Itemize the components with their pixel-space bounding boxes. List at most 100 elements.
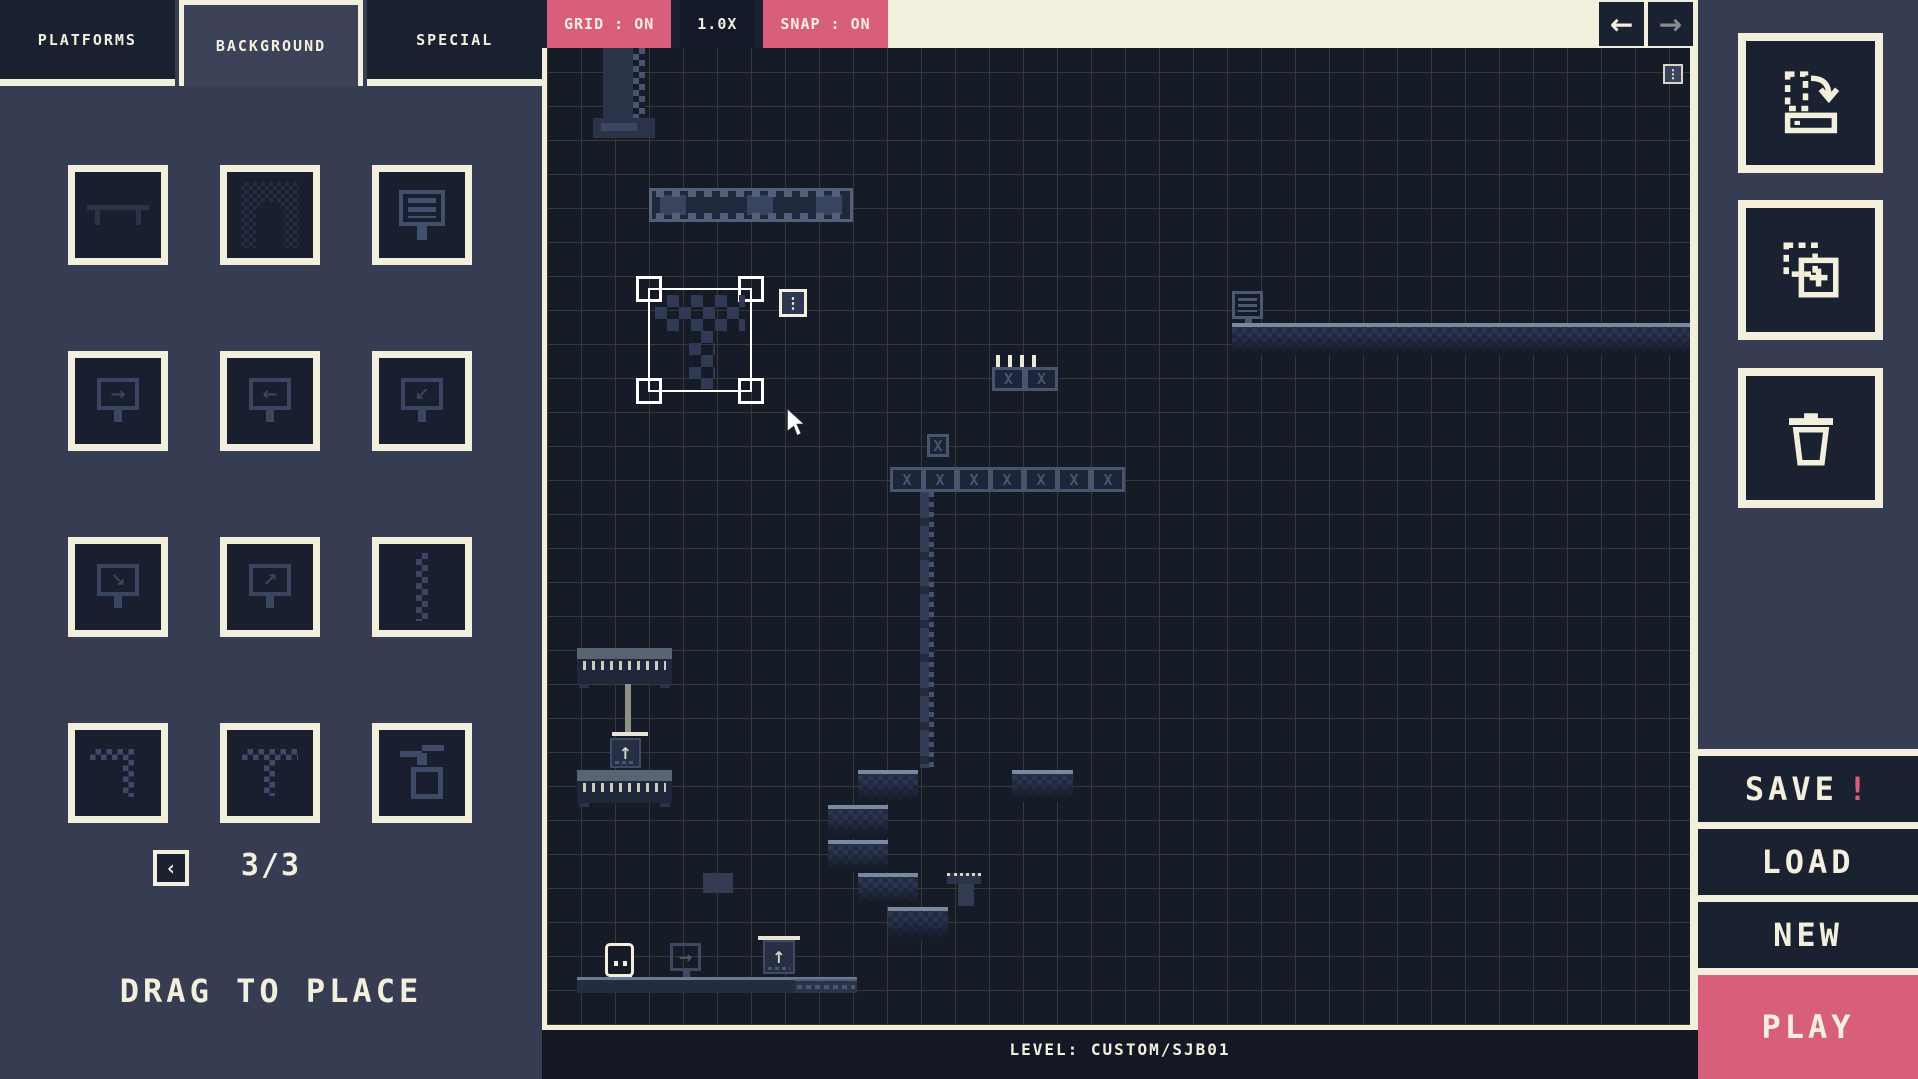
category-tabbar: PLATFORMS BACKGROUND SPECIAL	[0, 0, 542, 86]
chain-sprite[interactable]	[920, 492, 934, 768]
pole-sprite[interactable]	[625, 684, 631, 734]
load-button[interactable]: LOAD	[1698, 822, 1918, 895]
page-indicator: 3/3	[0, 848, 542, 883]
palette-sidebar: PLATFORMS BACKGROUND SPECIAL ‹ 3/3 DRAG …	[0, 0, 542, 1079]
cave-sprite[interactable]	[1232, 323, 1690, 355]
studded-sprite[interactable]	[649, 188, 853, 222]
trash-icon	[1778, 405, 1844, 471]
level-name-label: LEVEL: CUSTOM/SJB01	[1009, 1040, 1230, 1059]
undo-arrow-icon: ←	[1610, 8, 1633, 41]
tools-sidebar: SAVE! LOAD NEW PLAY	[1698, 0, 1918, 1079]
cave-sprite[interactable]	[1012, 770, 1073, 802]
selection-handle-bottom-right[interactable]	[738, 378, 764, 404]
level-editor-app: PLATFORMS BACKGROUND SPECIAL ‹ 3/3 DRAG …	[0, 0, 1918, 1079]
duplicate-tool-button[interactable]	[1738, 200, 1883, 340]
sign-arrow-down-left-icon	[401, 378, 443, 410]
plain-sprite[interactable]	[958, 884, 974, 906]
vent-sprite[interactable]	[577, 770, 672, 803]
cave-arch[interactable]	[220, 165, 320, 265]
topline-sprite[interactable]	[612, 732, 648, 736]
xblock-sprite[interactable]	[1091, 467, 1125, 492]
cave-sprite[interactable]	[828, 840, 888, 872]
xblock-sprite[interactable]	[1057, 467, 1091, 492]
dotsPlat-sprite[interactable]	[947, 873, 981, 884]
vine-vertical-icon	[416, 553, 428, 621]
xblock-sprite[interactable]	[957, 467, 991, 492]
selection-handle-bottom-left[interactable]	[636, 378, 662, 404]
floorDash-sprite[interactable]	[795, 979, 857, 993]
chimney-sprite[interactable]	[603, 48, 645, 122]
bench-platform[interactable]	[68, 165, 168, 265]
rotate-tool-button[interactable]	[1738, 33, 1883, 173]
vine-tee-icon	[238, 741, 302, 805]
xblock-sprite[interactable]	[927, 434, 949, 457]
checker-sprite[interactable]	[689, 331, 715, 389]
editor-topbar: GRID : ON 1.0X SNAP : ON ← →	[542, 0, 1698, 48]
mech-sprite[interactable]	[610, 738, 641, 768]
undo-button[interactable]: ←	[1599, 2, 1644, 46]
vine-corner[interactable]	[68, 723, 168, 823]
palette-pager: ‹ 3/3	[0, 848, 542, 888]
xblock-sprite[interactable]	[923, 467, 957, 492]
cave-arch-icon	[241, 182, 299, 248]
signFin-sprite[interactable]	[1232, 291, 1263, 319]
xblock-sprite[interactable]	[990, 467, 1024, 492]
xblock-sprite[interactable]	[1024, 467, 1058, 492]
finish-billboard-icon	[399, 190, 445, 226]
canvas-menu-button[interactable]: ⋮	[1663, 64, 1683, 84]
plain-sprite[interactable]	[703, 873, 733, 893]
save-button[interactable]: SAVE!	[1698, 749, 1918, 822]
vine-tee[interactable]	[220, 723, 320, 823]
selection-menu-button[interactable]: ⋮	[779, 289, 807, 317]
char-sprite[interactable]	[605, 943, 634, 977]
vine-vertical[interactable]	[372, 537, 472, 637]
sign-sprite[interactable]	[670, 943, 701, 971]
sign-arrow-right-icon	[97, 378, 139, 410]
sign-arrow-up-right-icon	[249, 564, 291, 596]
cave-sprite[interactable]	[858, 770, 918, 803]
sign-arrow-down-left[interactable]	[372, 351, 472, 451]
sign-arrow-down-right[interactable]	[68, 537, 168, 637]
cave-sprite[interactable]	[828, 805, 888, 838]
sign-arrow-left[interactable]	[220, 351, 320, 451]
duplicate-icon	[1778, 237, 1844, 303]
statusbar: LEVEL: CUSTOM/SJB01	[542, 1030, 1698, 1079]
zoom-level-badge[interactable]: 1.0X	[680, 0, 754, 48]
tab-platforms[interactable]: PLATFORMS	[0, 0, 175, 86]
candles-sprite[interactable]	[996, 355, 1038, 367]
xblock-sprite[interactable]	[992, 367, 1025, 391]
mech-sprite[interactable]	[763, 940, 795, 974]
tab-background[interactable]: BACKGROUND	[179, 0, 364, 86]
finish-billboard[interactable]	[372, 165, 472, 265]
redo-button[interactable]: →	[1648, 2, 1693, 46]
chimneyBase-sprite[interactable]	[593, 118, 655, 138]
sign-arrow-up-right[interactable]	[220, 537, 320, 637]
mouse-cursor-icon	[786, 408, 808, 438]
xblock-sprite[interactable]	[1025, 367, 1058, 391]
level-canvas[interactable]: ⋮ ⋮	[547, 48, 1690, 1025]
new-button[interactable]: NEW	[1698, 895, 1918, 968]
vine-lantern-icon	[396, 741, 448, 805]
topbar-badges: GRID : ON 1.0X SNAP : ON	[542, 0, 882, 48]
vine-lantern[interactable]	[372, 723, 472, 823]
editor-main: GRID : ON 1.0X SNAP : ON ← → ⋮ ⋮	[542, 0, 1698, 1079]
tab-special[interactable]: SPECIAL	[367, 0, 542, 86]
history-controls: ← →	[1599, 2, 1693, 46]
rotate-icon	[1778, 70, 1844, 136]
vent-sprite[interactable]	[577, 648, 672, 684]
checker-sprite[interactable]	[655, 295, 745, 331]
play-button[interactable]: PLAY	[1698, 968, 1918, 1079]
snap-toggle-badge[interactable]: SNAP : ON	[763, 0, 887, 48]
sign-arrow-right[interactable]	[68, 351, 168, 451]
delete-tool-button[interactable]	[1738, 368, 1883, 508]
vine-corner-icon	[86, 741, 150, 805]
redo-arrow-icon: →	[1659, 8, 1682, 41]
drag-hint-label: DRAG TO PLACE	[0, 972, 542, 1010]
xblock-sprite[interactable]	[890, 467, 924, 492]
save-label: SAVE	[1745, 770, 1838, 808]
grid-toggle-badge[interactable]: GRID : ON	[547, 0, 671, 48]
unsaved-indicator: !	[1848, 770, 1871, 808]
bench-platform-icon	[87, 205, 149, 225]
cave-sprite[interactable]	[858, 873, 918, 906]
cave-sprite[interactable]	[888, 907, 948, 940]
